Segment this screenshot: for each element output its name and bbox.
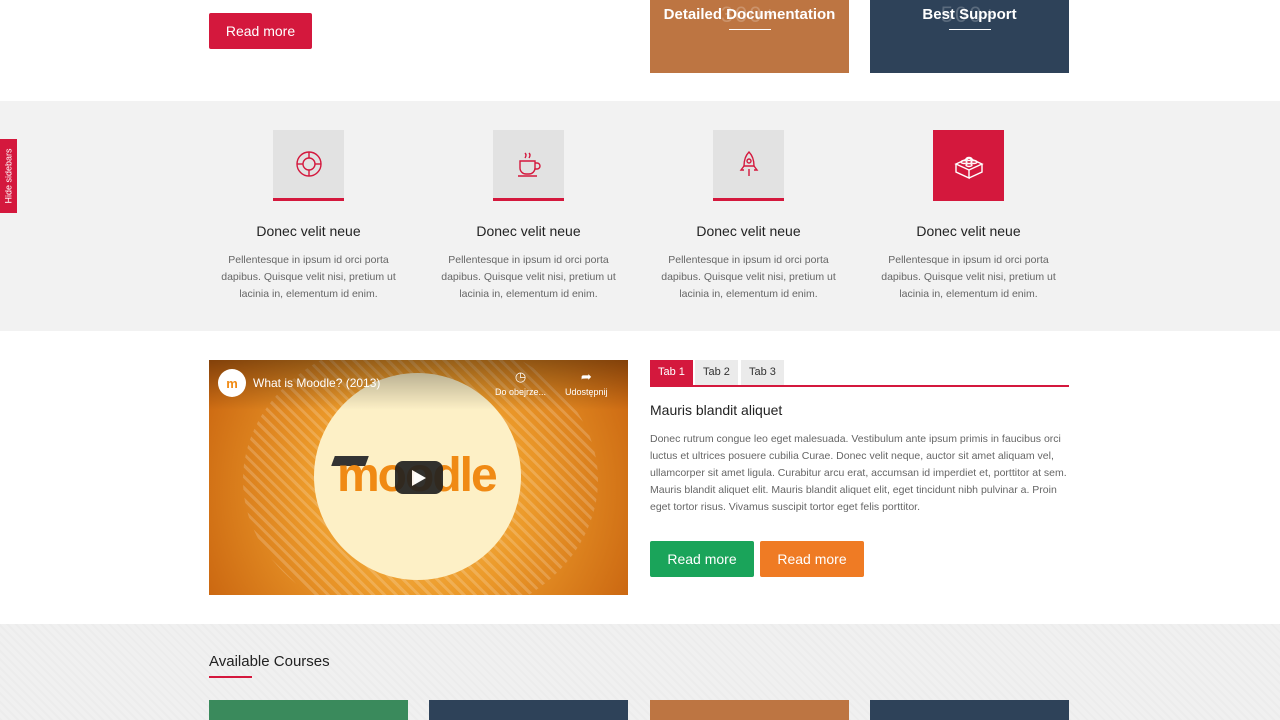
course-card[interactable] [429, 700, 628, 720]
courses-section: Available Courses [0, 624, 1280, 720]
courses-heading-underline [209, 676, 252, 678]
features-section: Donec velit neue Pellentesque in ipsum i… [0, 101, 1280, 331]
feature-title: Donec velit neue [256, 223, 361, 239]
share-label: Udostępnij [565, 387, 608, 397]
tab-heading: Mauris blandit aliquet [650, 402, 783, 418]
tab-bar: Tab 1 Tab 2 Tab 3 [650, 360, 1069, 387]
share-button[interactable]: ➦ Udostępnij [565, 369, 608, 397]
feature-icon-box[interactable] [713, 130, 784, 201]
feature-text: Pellentesque in ipsum id orci porta dapi… [881, 254, 1056, 300]
tab-1[interactable]: Tab 1 [650, 360, 693, 385]
lego-brick-icon [953, 156, 984, 179]
feature-box-title: Detailed Documentation [663, 6, 836, 23]
feature-title: Donec velit neue [696, 223, 801, 239]
read-more-green-button[interactable]: Read more [650, 541, 754, 577]
read-more-orange-button[interactable]: Read more [760, 541, 864, 577]
feature-text: Pellentesque in ipsum id orci porta dapi… [661, 254, 836, 300]
course-card[interactable] [650, 700, 849, 720]
lifebuoy-icon [295, 151, 322, 177]
feature-item: Donec velit neue Pellentesque in ipsum i… [209, 130, 408, 303]
feature-box-underline [728, 29, 771, 30]
courses-heading: Available Courses [209, 653, 330, 670]
feature-box-underline [948, 29, 991, 30]
course-card[interactable] [209, 700, 408, 720]
video-title[interactable]: What is Moodle? (2013) [253, 376, 380, 390]
watch-later-label: Do obejrze... [495, 387, 547, 397]
tab-text: Donec rutrum congue leo eget malesuada. … [650, 433, 1067, 513]
video-player[interactable]: moodle m What is Moodle? (2013) ◷ Do obe… [209, 360, 628, 595]
feature-icon-box[interactable] [933, 130, 1004, 201]
feature-item: Donec velit neue Pellentesque in ipsum i… [869, 130, 1068, 303]
feature-box-title: Best Support [922, 6, 1017, 23]
share-icon: ➦ [580, 369, 592, 384]
feature-text: Pellentesque in ipsum id orci porta dapi… [221, 254, 396, 300]
feature-box-support[interactable]: 500+ Best Support [870, 0, 1069, 73]
read-more-button[interactable]: Read more [209, 13, 312, 49]
play-button[interactable] [395, 461, 443, 494]
feature-box-documentation[interactable]: 300+ Detailed Documentation [650, 0, 849, 73]
hide-sidebars-label: Hide sidebars [3, 148, 14, 204]
feature-title: Donec velit neue [916, 223, 1021, 239]
feature-title: Donec velit neue [476, 223, 581, 239]
play-icon [412, 469, 426, 486]
channel-avatar[interactable]: m [218, 369, 246, 397]
feature-icon-box[interactable] [273, 130, 344, 201]
clock-icon: ◷ [514, 369, 527, 384]
coffee-cup-icon [517, 152, 541, 177]
watch-later-button[interactable]: ◷ Do obejrze... [495, 369, 546, 397]
rocket-icon [739, 151, 758, 176]
tab-2[interactable]: Tab 2 [695, 360, 738, 385]
course-card[interactable] [870, 700, 1069, 720]
feature-item: Donec velit neue Pellentesque in ipsum i… [649, 130, 848, 303]
feature-icon-box[interactable] [493, 130, 564, 201]
feature-text: Pellentesque in ipsum id orci porta dapi… [441, 254, 616, 300]
top-section: Read more 300+ Detailed Documentation 50… [0, 0, 1280, 101]
hide-sidebars-tab[interactable]: Hide sidebars [0, 139, 17, 213]
feature-item: Donec velit neue Pellentesque in ipsum i… [429, 130, 628, 303]
tab-3[interactable]: Tab 3 [741, 360, 784, 385]
